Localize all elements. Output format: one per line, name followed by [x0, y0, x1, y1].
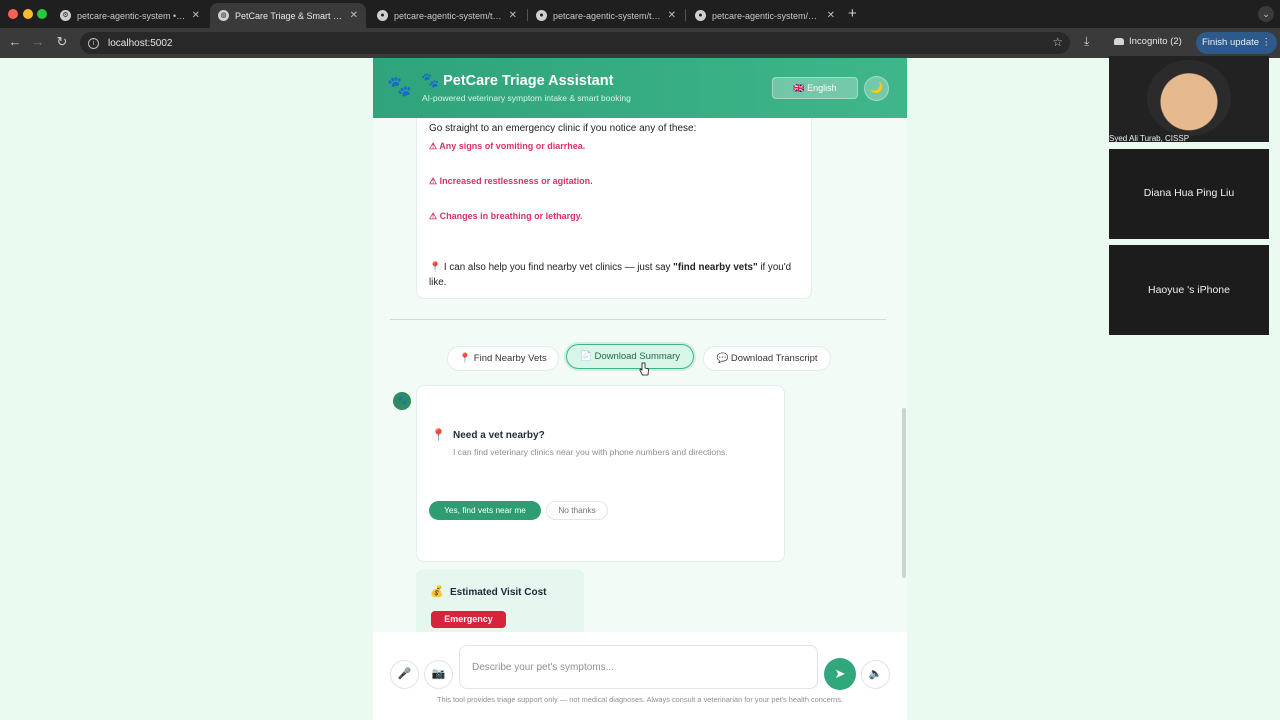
close-tab-icon[interactable]: ✕ [668, 10, 676, 21]
camera-icon[interactable]: 📷 [424, 660, 453, 689]
reload-icon[interactable]: ↻ [53, 34, 71, 50]
send-icon[interactable]: ➤ [824, 658, 856, 690]
find-vets-yes-button[interactable]: Yes, find vets near me [429, 501, 541, 520]
finish-update-button[interactable]: Finish update ⋮ [1196, 32, 1278, 54]
incognito-indicator[interactable]: Incognito (2) [1114, 36, 1182, 47]
find-vets-tip: 📍 I can also help you find nearby vet cl… [429, 262, 792, 288]
vet-card-description: I can find veterinary clinics near you w… [453, 447, 728, 457]
chat-scrollbar[interactable] [902, 408, 906, 578]
maximize-window-button[interactable] [37, 9, 47, 19]
back-arrow-icon[interactable]: ← [6, 34, 24, 49]
petcare-app: 🐾 🐾 PetCare Triage Assistant AI-powered … [373, 58, 907, 720]
participant-name: Syed Ali Turab, CISSP [1109, 134, 1190, 143]
close-tab-icon[interactable]: ✕ [350, 10, 358, 21]
participant-tile[interactable]: Diana Hua Ping Liu [1109, 149, 1269, 239]
location-pin-icon: 📍 [431, 428, 446, 442]
participant-avatar [1147, 60, 1231, 136]
close-tab-icon[interactable]: ✕ [509, 10, 517, 21]
github-icon: ● [536, 10, 547, 21]
url-text: localhost:5002 [108, 37, 173, 49]
browser-tab-4[interactable]: ● petcare-agentic-system/test ✕ [528, 3, 684, 28]
paw-logo-icon: 🐾 [387, 76, 412, 98]
vet-card-title: Need a vet nearby? [453, 430, 545, 441]
vet-nearby-card: 📍 Need a vet nearby? I can find veterina… [416, 385, 785, 562]
bookmark-star-icon[interactable]: ☆ [1052, 35, 1063, 49]
divider [390, 319, 886, 320]
download-icon[interactable]: ⤓ [1084, 34, 1089, 49]
assistant-message: Go straight to an emergency clinic if yo… [416, 118, 812, 299]
close-tab-icon[interactable]: ✕ [827, 10, 835, 21]
browser-tab-strip: ⚙ petcare-agentic-system • W ✕ ◍ PetCare… [0, 0, 1280, 28]
tab-separator [685, 9, 686, 21]
warning-item: ⚠ Increased restlessness or agitation. [429, 176, 593, 186]
browser-tab-5[interactable]: ● petcare-agentic-system/docu ✕ [687, 3, 843, 28]
input-bar: 🎤 📷 ➤ 🔈 This tool provides triage suppor… [373, 632, 907, 720]
find-nearby-vets-button[interactable]: 📍 Find Nearby Vets [447, 346, 559, 371]
forward-arrow-icon[interactable]: → [29, 34, 47, 49]
no-thanks-button[interactable]: No thanks [546, 501, 608, 520]
address-bar[interactable]: i localhost:5002 ☆ [80, 32, 1070, 54]
warning-item: ⚠ Changes in breathing or lethargy. [429, 211, 583, 221]
browser-toolbar: ← → ↻ i localhost:5002 ☆ ⤓ Incognito (2)… [0, 28, 1280, 58]
globe-icon: ◍ [218, 10, 229, 21]
new-tab-icon[interactable]: + [848, 5, 857, 22]
close-window-button[interactable] [8, 9, 18, 19]
github-icon: ● [695, 10, 706, 21]
emergency-badge: Emergency [431, 611, 506, 628]
incognito-icon [1114, 38, 1124, 45]
participant-name: Haoyue 's iPhone [1148, 284, 1230, 296]
disclaimer-text: This tool provides triage support only —… [436, 695, 844, 704]
moon-icon[interactable]: 🌙 [864, 76, 889, 101]
symptom-input[interactable] [459, 645, 818, 689]
participant-name: Diana Hua Ping Liu [1143, 187, 1235, 199]
tab-search-chevron-icon[interactable]: ⌄ [1258, 6, 1274, 22]
minimize-window-button[interactable] [23, 9, 33, 19]
close-tab-icon[interactable]: ✕ [192, 10, 200, 21]
emergency-intro-text: Go straight to an emergency clinic if yo… [429, 123, 697, 134]
app-title: 🐾 PetCare Triage Assistant [421, 73, 614, 89]
participant-tile[interactable]: Syed Ali Turab, CISSP [1109, 56, 1269, 143]
warning-item: ⚠ Any signs of vomiting or diarrhea. [429, 141, 586, 151]
browser-tab-1[interactable]: ⚙ petcare-agentic-system • W ✕ [52, 3, 208, 28]
app-subtitle: AI-powered veterinary symptom intake & s… [422, 93, 631, 103]
browser-tab-3[interactable]: ● petcare-agentic-system/tech ✕ [369, 3, 525, 28]
site-info-icon[interactable]: i [88, 37, 99, 49]
app-header: 🐾 🐾 PetCare Triage Assistant AI-powered … [373, 58, 907, 118]
github-icon: ● [377, 10, 388, 21]
language-button[interactable]: 🇬🇧 English [772, 77, 858, 99]
hand-cursor-icon [639, 362, 649, 376]
cost-card-title: Estimated Visit Cost [450, 587, 547, 598]
more-menu-icon[interactable]: ⋮ [1262, 32, 1272, 54]
download-transcript-button[interactable]: 💬 Download Transcript [703, 346, 831, 371]
microphone-icon[interactable]: 🎤 [390, 660, 419, 689]
money-bag-icon: 💰 [430, 586, 444, 598]
speaker-icon[interactable]: 🔈 [861, 660, 890, 689]
browser-tab-active[interactable]: ◍ PetCare Triage & Smart Booki ✕ [210, 3, 366, 28]
favicon-icon: ⚙ [60, 10, 71, 21]
download-summary-button[interactable]: 📄 Download Summary [566, 344, 694, 369]
participant-tile[interactable]: Haoyue 's iPhone [1109, 245, 1269, 335]
bot-avatar-icon: 🐾 [393, 392, 411, 410]
